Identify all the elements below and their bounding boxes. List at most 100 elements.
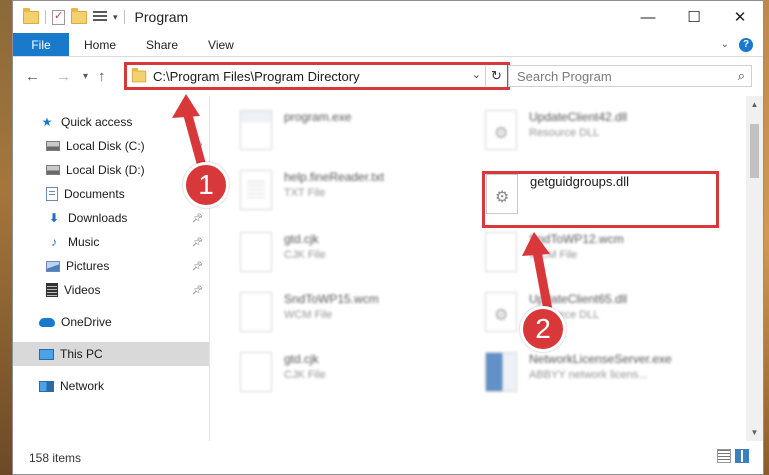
file-type: Resource DLL [529,127,600,139]
tab-share[interactable]: Share [131,33,193,56]
file-name: gtd.cjk [284,352,319,366]
refresh-icon[interactable]: ↻ [485,65,507,87]
drive-icon [46,141,60,151]
nav-item-pictures[interactable]: Pictures 📌︎ [13,254,209,278]
scroll-up-arrow-icon[interactable]: ▲ [746,96,763,113]
properties-icon[interactable] [52,9,65,25]
search-box[interactable]: ⌕ [508,65,752,87]
address-path[interactable]: C:\Program Files\Program Directory [153,69,360,84]
star-icon: ★ [41,115,53,129]
nav-quick-access[interactable]: ★ Quick access [13,110,209,134]
vertical-scrollbar[interactable]: ▲ ▼ [746,96,763,441]
file-name: help.fineReader.txt [284,170,385,184]
nav-label: Downloads [68,211,128,225]
scroll-down-arrow-icon[interactable]: ▼ [746,424,763,441]
file-type: WCM File [284,309,333,321]
computer-icon [39,348,54,360]
details-view-icon[interactable] [717,449,731,463]
toolbar-separator [123,10,125,24]
tab-home[interactable]: Home [69,33,131,56]
file-item[interactable]: gtd.cjk CJK File [240,232,480,288]
file-type: ABBYY network licens... [529,369,648,381]
nav-label: Music [68,235,100,249]
navigation-row: ← → ▾ ↑ C:\Program Files\Program Directo… [13,57,763,95]
file-list: program.exe help.fineReader.txt TXT File… [210,96,763,441]
pin-icon: 📌︎ [191,260,203,271]
tab-view[interactable]: View [193,33,249,56]
nav-label: OneDrive [61,315,112,329]
nav-item-music[interactable]: ♪ Music 📌︎ [13,230,209,254]
minimize-button[interactable]: — [625,1,671,33]
ribbon-right-controls: ⌄ ? [721,33,763,56]
step-badge-2: 2 [520,306,566,352]
recent-locations-chevron-icon[interactable]: ▾ [83,71,88,82]
item-count: 158 items [29,450,82,465]
generic-file-icon [485,232,517,272]
desktop-background-left [0,0,12,475]
file-item[interactable]: SndToWP15.wcm WCM File [240,292,480,348]
nav-item-onedrive[interactable]: OneDrive [13,310,209,334]
pin-icon: 📌︎ [191,140,203,151]
pictures-icon [46,260,60,272]
file-item[interactable]: UpdateClient42.dll Resource DLL [485,110,725,166]
file-name: program.exe [284,110,352,124]
customize-toolbar-chevron-icon[interactable]: ▾ [113,12,118,23]
nav-label: Documents [64,187,125,201]
nav-label: Quick access [61,115,133,129]
scrollbar-thumb[interactable] [750,124,759,178]
up-arrow-icon[interactable]: ↑ [98,68,106,85]
window-controls: — ☐ ✕ [625,1,763,33]
view-options-icon[interactable] [93,11,107,23]
title-bar: ▾ Program — ☐ ✕ [13,1,763,33]
file-name: SndToWP15.wcm [284,292,379,306]
expand-ribbon-chevron-icon[interactable]: ⌄ [721,39,729,50]
file-type: CJK File [284,249,326,261]
maximize-button[interactable]: ☐ [671,1,717,33]
file-item[interactable]: help.fineReader.txt TXT File [240,170,480,226]
nav-item-documents[interactable]: Documents 📌︎ [13,182,209,206]
tab-file[interactable]: File [13,33,69,56]
file-item[interactable]: SndToWP12.wcm WCM File [485,232,725,288]
nav-label: Local Disk (C:) [66,139,145,153]
dll-file-icon [485,110,517,150]
generic-file-icon [240,292,272,332]
folder-icon [23,7,39,24]
nav-label: Videos [64,283,101,297]
nav-item-downloads[interactable]: ⬇ Downloads 📌︎ [13,206,209,230]
file-item[interactable]: gtd.cjk CJK File [240,352,480,408]
nav-item-local-disk-d[interactable]: Local Disk (D:) [13,158,209,182]
navigation-pane: ★ Quick access Local Disk (C:) 📌︎ Local … [13,96,210,441]
text-file-icon [240,170,272,210]
view-toggle-buttons [717,449,749,463]
nav-item-network[interactable]: Network [13,374,209,398]
nav-item-this-pc[interactable]: This PC [13,342,209,366]
nav-item-local-disk-c[interactable]: Local Disk (C:) 📌︎ [13,134,209,158]
search-input[interactable] [517,68,727,84]
new-folder-icon[interactable] [71,7,87,24]
nav-item-videos[interactable]: Videos 📌︎ [13,278,209,302]
file-type: CJK File [284,369,326,381]
close-button[interactable]: ✕ [717,1,763,33]
file-item[interactable]: program.exe [240,110,480,166]
address-bar[interactable]: C:\Program Files\Program Directory ⌄ ↻ [124,62,510,90]
back-arrow-icon[interactable]: ← [25,68,40,85]
quick-access-toolbar: ▾ [23,7,125,25]
documents-icon [46,187,58,201]
step-badge-1: 1 [183,162,229,208]
ribbon-tabs: File Home Share View ⌄ ? [13,33,763,57]
address-dropdown-chevron-icon[interactable]: ⌄ [472,68,481,81]
music-icon: ♪ [51,235,57,249]
exe-file-icon [240,110,272,150]
search-icon: ⌕ [737,68,745,83]
file-item[interactable]: NetworkLicenseServer.exe ABBYY network l… [485,352,725,408]
videos-icon [46,283,58,297]
nav-label: Local Disk (D:) [66,163,145,177]
nav-label: This PC [60,347,103,361]
drive-icon [46,165,60,175]
large-icons-view-icon[interactable] [735,449,749,463]
forward-arrow-icon[interactable]: → [56,68,71,85]
file-name: SndToWP12.wcm [529,232,624,246]
pin-icon: 📌︎ [191,236,203,247]
window-title: Program [134,9,189,25]
help-icon[interactable]: ? [739,37,753,52]
